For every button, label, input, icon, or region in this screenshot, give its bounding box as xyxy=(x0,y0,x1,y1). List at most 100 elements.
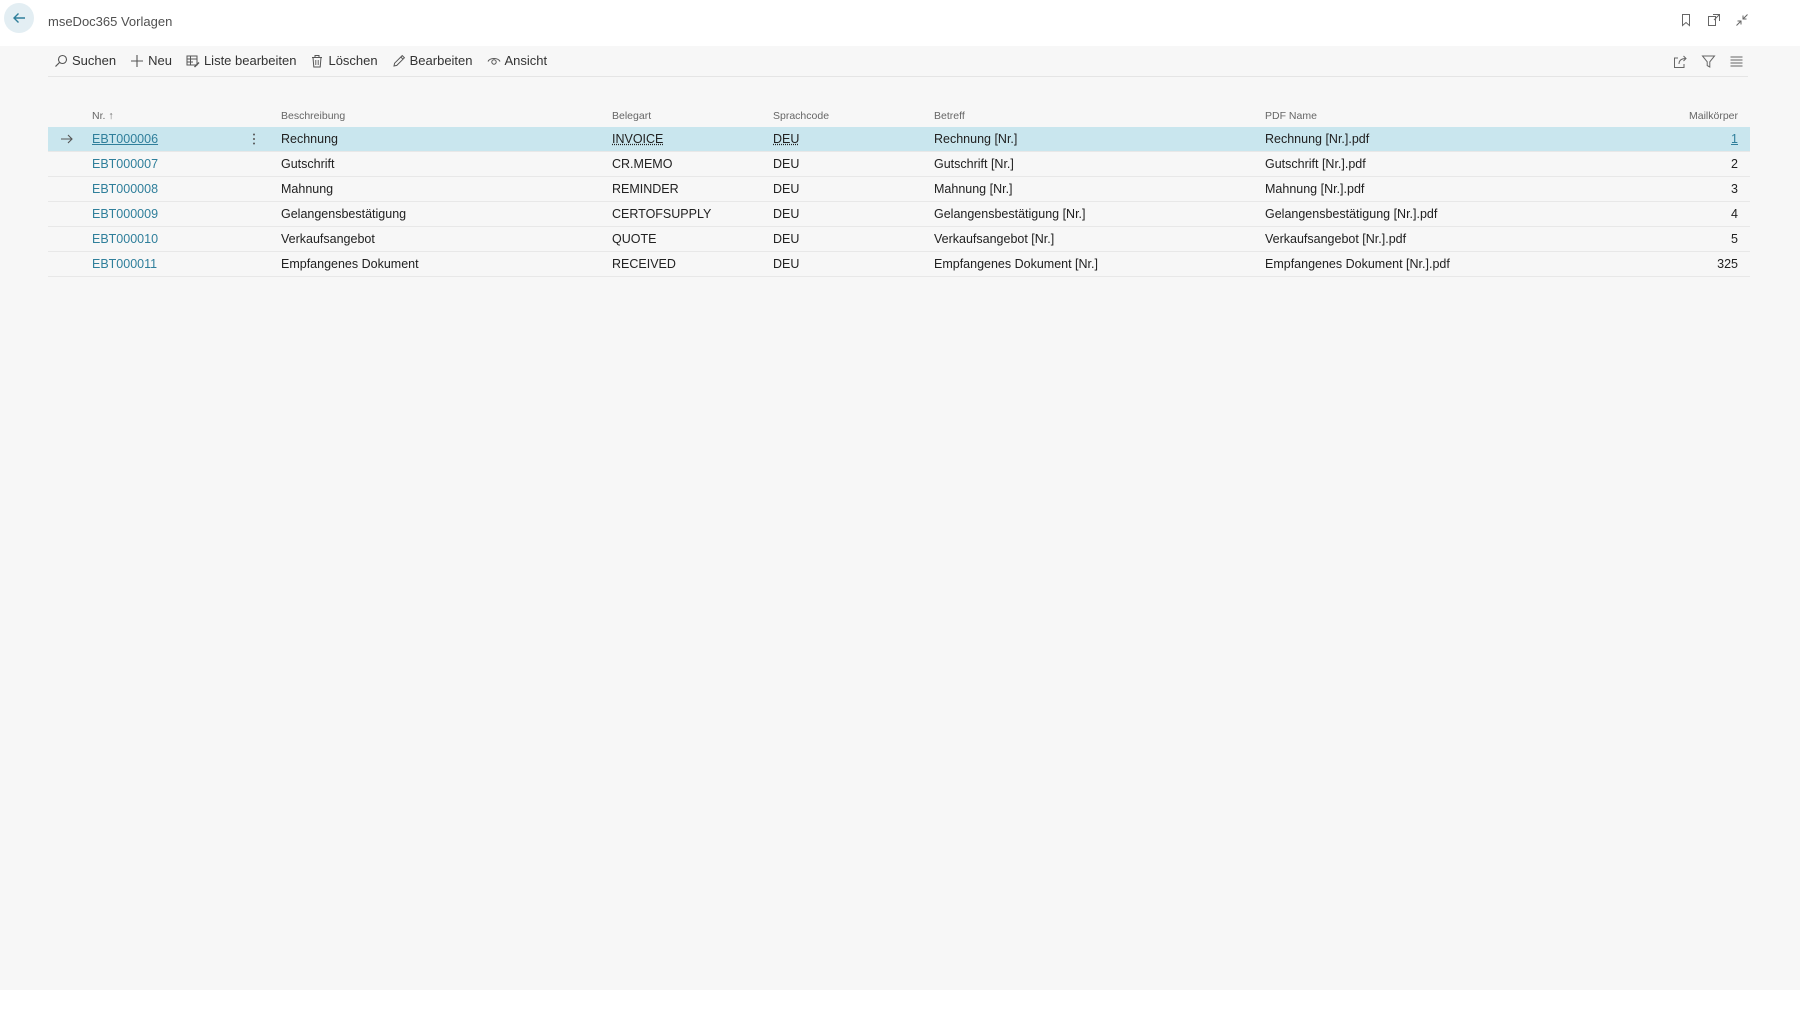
arrow-right-icon xyxy=(61,134,73,144)
search-icon xyxy=(55,54,68,67)
list-view-icon xyxy=(1730,56,1742,66)
cell-beschreibung[interactable]: Mahnung xyxy=(281,177,333,201)
cell-pdf-name[interactable]: Gelangensbestätigung [Nr.].pdf xyxy=(1265,202,1437,226)
cell-belegart[interactable]: RECEIVED xyxy=(612,252,676,276)
cell-sprachcode[interactable]: DEU xyxy=(773,177,799,201)
table-row[interactable]: EBT000011 Empfangenes Dokument RECEIVED … xyxy=(48,252,1750,277)
bookmark-icon xyxy=(1682,14,1690,27)
cell-nr[interactable]: EBT000009 xyxy=(92,202,158,226)
cell-pdf-name[interactable]: Verkaufsangebot [Nr.].pdf xyxy=(1265,227,1406,251)
edit-label: Bearbeiten xyxy=(409,53,473,68)
app-window: mseDoc365 Vorlagen Suchen Neu Liste bear… xyxy=(0,0,1800,990)
column-header-pdf-name[interactable]: PDF Name xyxy=(1265,105,1317,127)
title-bar: mseDoc365 Vorlagen xyxy=(0,0,1800,46)
cell-belegart[interactable]: REMINDER xyxy=(612,177,679,201)
table-row[interactable]: EBT000009 Gelangensbestätigung CERTOFSUP… xyxy=(48,202,1750,227)
cell-mailkoerper[interactable]: 2 xyxy=(1731,152,1738,176)
bookmark-button[interactable] xyxy=(1678,12,1694,28)
delete-label: Löschen xyxy=(328,53,378,68)
cell-pdf-name[interactable]: Rechnung [Nr.].pdf xyxy=(1265,127,1369,151)
cell-beschreibung[interactable]: Gelangensbestätigung xyxy=(281,202,406,226)
trash-icon xyxy=(312,54,323,67)
delete-button[interactable]: Löschen xyxy=(310,53,378,68)
cell-nr[interactable]: EBT000010 xyxy=(92,227,158,251)
page-title: mseDoc365 Vorlagen xyxy=(48,14,173,29)
cell-pdf-name[interactable]: Mahnung [Nr.].pdf xyxy=(1265,177,1364,201)
filter-icon xyxy=(1700,55,1716,68)
search-button[interactable]: Suchen xyxy=(54,53,116,68)
title-actions xyxy=(1678,12,1750,28)
view-button[interactable]: Ansicht xyxy=(487,53,548,68)
search-label: Suchen xyxy=(72,53,117,68)
cell-belegart[interactable]: QUOTE xyxy=(612,227,656,251)
cell-belegart[interactable]: CERTOFSUPPLY xyxy=(612,202,711,226)
column-header-nr-label: Nr. xyxy=(92,110,106,122)
view-actions xyxy=(1672,53,1744,69)
cell-pdf-name[interactable]: Gutschrift [Nr.].pdf xyxy=(1265,152,1366,176)
share-button[interactable] xyxy=(1672,53,1688,69)
cell-betreff[interactable]: Verkaufsangebot [Nr.] xyxy=(934,227,1054,251)
cell-betreff[interactable]: Rechnung [Nr.] xyxy=(934,127,1017,151)
view-label: Ansicht xyxy=(504,53,548,68)
cell-mailkoerper[interactable]: 1 xyxy=(1731,127,1738,151)
cell-sprachcode[interactable]: DEU xyxy=(773,202,799,226)
more-vertical-icon xyxy=(253,133,255,145)
edit-list-icon xyxy=(186,55,200,67)
cell-belegart[interactable]: CR.MEMO xyxy=(612,152,672,176)
table-row[interactable]: EBT000010 Verkaufsangebot QUOTE DEU Verk… xyxy=(48,227,1750,252)
edit-list-button[interactable]: Liste bearbeiten xyxy=(186,53,297,68)
mailkoerper-link[interactable]: 1 xyxy=(1731,132,1738,146)
cell-mailkoerper[interactable]: 3 xyxy=(1731,177,1738,201)
cell-pdf-name[interactable]: Empfangenes Dokument [Nr.].pdf xyxy=(1265,252,1450,276)
column-header-belegart[interactable]: Belegart xyxy=(612,105,651,127)
cell-mailkoerper[interactable]: 5 xyxy=(1731,227,1738,251)
cell-nr[interactable]: EBT000008 xyxy=(92,177,158,201)
table-header: Nr. ↑ Beschreibung Belegart Sprachcode B… xyxy=(48,105,1750,127)
edit-list-label: Liste bearbeiten xyxy=(203,53,297,68)
list-view-button[interactable] xyxy=(1728,53,1744,69)
collapse-button[interactable] xyxy=(1734,12,1750,28)
cell-beschreibung[interactable]: Gutschrift xyxy=(281,152,335,176)
cell-sprachcode[interactable]: DEU xyxy=(773,227,799,251)
cell-sprachcode[interactable]: DEU xyxy=(773,152,799,176)
table-row[interactable]: EBT000006 Rechnung INVOICE DEU Rechnung … xyxy=(48,127,1750,152)
cell-beschreibung[interactable]: Empfangenes Dokument xyxy=(281,252,419,276)
cell-mailkoerper[interactable]: 4 xyxy=(1731,202,1738,226)
cell-betreff[interactable]: Gutschrift [Nr.] xyxy=(934,152,1014,176)
templates-table: Nr. ↑ Beschreibung Belegart Sprachcode B… xyxy=(48,105,1750,277)
column-header-beschreibung[interactable]: Beschreibung xyxy=(281,105,345,127)
open-new-window-button[interactable] xyxy=(1706,12,1722,28)
new-label: Neu xyxy=(148,53,172,68)
cell-betreff[interactable]: Mahnung [Nr.] xyxy=(934,177,1013,201)
column-header-nr[interactable]: Nr. ↑ xyxy=(92,105,114,127)
cell-beschreibung[interactable]: Rechnung xyxy=(281,127,338,151)
cell-betreff[interactable]: Empfangenes Dokument [Nr.] xyxy=(934,252,1098,276)
bottom-strip xyxy=(0,990,1800,1013)
table-row[interactable]: EBT000008 Mahnung REMINDER DEU Mahnung [… xyxy=(48,177,1750,202)
back-button[interactable] xyxy=(4,3,34,33)
action-list: Suchen Neu Liste bearbeiten Löschen Bear… xyxy=(54,53,547,68)
column-header-sprachcode[interactable]: Sprachcode xyxy=(773,105,829,127)
plus-icon xyxy=(131,54,144,67)
cell-sprachcode[interactable]: DEU xyxy=(773,252,799,276)
arrow-left-icon xyxy=(13,13,25,23)
cell-sprachcode[interactable]: DEU xyxy=(773,127,799,151)
cell-belegart[interactable]: INVOICE xyxy=(612,127,663,151)
action-bar: Suchen Neu Liste bearbeiten Löschen Bear… xyxy=(48,48,1748,77)
sort-ascending-icon: ↑ xyxy=(108,110,114,122)
open-in-new-window-icon xyxy=(1708,14,1720,26)
cell-mailkoerper[interactable]: 325 xyxy=(1717,252,1738,276)
column-header-mailkoerper[interactable]: Mailkörper xyxy=(1689,105,1738,127)
table-row[interactable]: EBT000007 Gutschrift CR.MEMO DEU Gutschr… xyxy=(48,152,1750,177)
pencil-icon xyxy=(392,54,405,67)
eye-icon xyxy=(487,57,500,65)
cell-beschreibung[interactable]: Verkaufsangebot xyxy=(281,227,375,251)
edit-button[interactable]: Bearbeiten xyxy=(392,53,473,68)
cell-nr[interactable]: EBT000006 xyxy=(92,127,158,151)
filter-button[interactable] xyxy=(1700,53,1716,69)
cell-nr[interactable]: EBT000007 xyxy=(92,152,158,176)
new-button[interactable]: Neu xyxy=(130,53,172,68)
cell-betreff[interactable]: Gelangensbestätigung [Nr.] xyxy=(934,202,1086,226)
column-header-betreff[interactable]: Betreff xyxy=(934,105,965,127)
cell-nr[interactable]: EBT000011 xyxy=(92,252,157,276)
